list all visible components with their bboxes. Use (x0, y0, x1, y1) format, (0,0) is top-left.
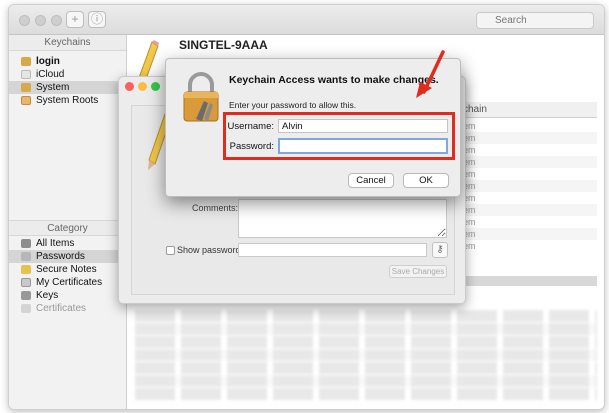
selected-list-item[interactable] (455, 276, 597, 286)
list-item[interactable]: em (455, 204, 597, 216)
save-changes-button[interactable]: Save Changes (389, 265, 447, 278)
category-header: Category (9, 220, 126, 236)
password-field[interactable] (278, 138, 448, 154)
table-row[interactable] (135, 323, 597, 335)
annotation-arrow-icon (416, 50, 445, 98)
title-bar: + ⓘ (9, 5, 604, 35)
panel-minimize-button[interactable] (138, 82, 147, 91)
username-label: Username: (227, 121, 274, 132)
people-icon (21, 239, 31, 248)
password-assistant-button[interactable]: ⚷ (432, 242, 448, 258)
sidebar-item-system-roots[interactable]: System Roots (9, 94, 126, 107)
show-password-checkbox[interactable] (166, 246, 175, 255)
list-item[interactable]: em (455, 156, 597, 168)
lock-icon (21, 57, 31, 66)
table-row[interactable] (135, 310, 597, 322)
table-row[interactable] (135, 375, 597, 387)
lock-icon (21, 83, 31, 92)
list-item[interactable]: em (455, 132, 597, 144)
sidebar-item-all-items[interactable]: All Items (9, 237, 126, 250)
folder-icon (21, 96, 31, 105)
zoom-window-button[interactable] (51, 15, 62, 26)
sidebar-item-icloud[interactable]: iCloud (9, 68, 126, 81)
panel-close-button[interactable] (125, 82, 134, 91)
key-icon: ⚷ (436, 244, 444, 255)
search-input[interactable] (476, 12, 594, 29)
table-row[interactable] (135, 362, 597, 374)
certificate-icon (21, 304, 31, 313)
sidebar-item-certificates[interactable]: Certificates (9, 302, 126, 315)
dialog-subtitle: Enter your password to allow this. (229, 100, 357, 110)
sidebar-item-my-certificates[interactable]: My Certificates (9, 276, 126, 289)
password-label: Password: (229, 141, 274, 152)
minimize-window-button[interactable] (35, 15, 46, 26)
sidebar: Keychains login iCloud System System Roo… (9, 35, 127, 409)
sidebar-item-login[interactable]: login (9, 55, 126, 68)
list-item[interactable]: em (455, 192, 597, 204)
keychains-header: Keychains (9, 35, 126, 51)
add-item-button[interactable]: + (66, 11, 84, 28)
comments-label: Comments: (192, 203, 239, 213)
plus-icon: + (71, 12, 79, 26)
key-icon (21, 291, 31, 300)
list-item[interactable]: em (455, 216, 597, 228)
sidebar-item-passwords[interactable]: Passwords (9, 250, 126, 263)
table-row[interactable] (135, 349, 597, 361)
list-item[interactable]: em (455, 228, 597, 240)
show-password-label: Show password: (177, 245, 244, 255)
list-item[interactable]: em (455, 144, 597, 156)
item-title: SINGTEL-9AAA (179, 38, 268, 52)
note-icon (21, 265, 31, 274)
sidebar-item-keys[interactable]: Keys (9, 289, 126, 302)
username-field[interactable] (278, 119, 448, 133)
get-info-button[interactable]: ⓘ (88, 11, 106, 28)
close-window-button[interactable] (19, 15, 30, 26)
list-item[interactable]: em (455, 240, 597, 252)
column-header-keychain[interactable]: chain (455, 102, 597, 118)
dialog-title: Keychain Access wants to make changes. (229, 74, 439, 86)
info-icon: ⓘ (90, 12, 103, 26)
list-item[interactable]: em (455, 168, 597, 180)
list-item[interactable]: em (455, 120, 597, 132)
sidebar-item-secure-notes[interactable]: Secure Notes (9, 263, 126, 276)
comments-field[interactable] (238, 199, 447, 238)
pencil-icon (21, 252, 31, 261)
table-row[interactable] (135, 388, 597, 400)
table-row[interactable] (135, 336, 597, 348)
item-password-field[interactable] (238, 243, 427, 257)
panel-zoom-button[interactable] (151, 82, 160, 91)
cancel-button[interactable]: Cancel (348, 173, 394, 188)
padlock-icon (183, 72, 219, 122)
ok-button[interactable]: OK (403, 173, 449, 188)
sidebar-item-system[interactable]: System (9, 81, 126, 94)
cloud-icon (21, 70, 31, 79)
list-item[interactable]: em (455, 180, 597, 192)
certificate-icon (21, 278, 31, 287)
